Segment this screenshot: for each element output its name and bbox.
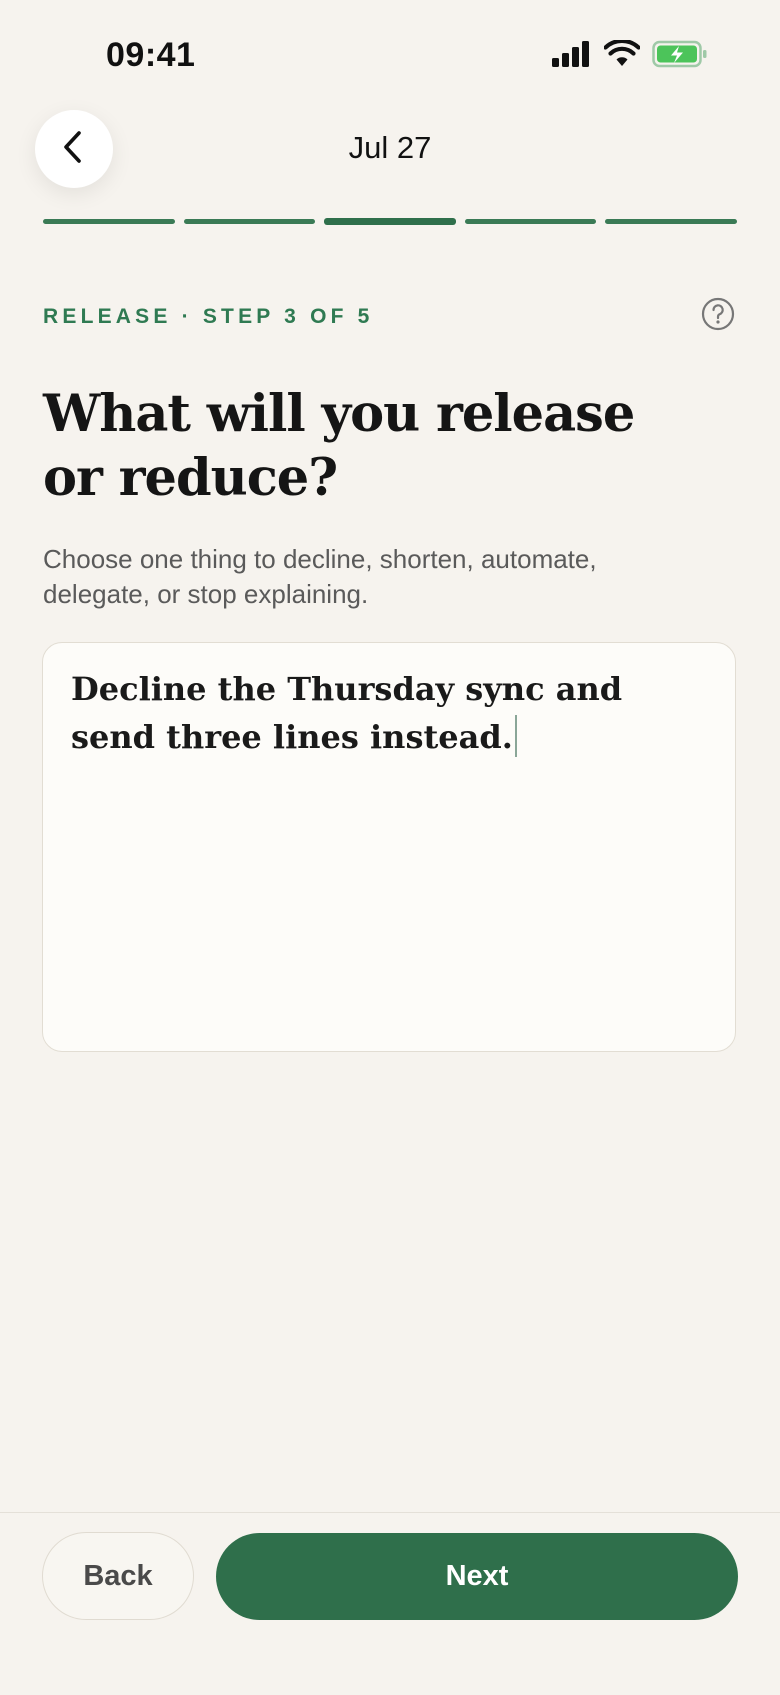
next-button[interactable]: Next [216,1533,738,1620]
progress-segment-3 [324,218,456,225]
step-progress-bar [43,218,737,225]
progress-segment-1 [43,219,175,224]
release-text-content: Decline the Thursday sync and send three… [71,670,623,756]
progress-segment-4 [464,219,597,224]
text-caret [514,715,517,757]
back-button[interactable]: Back [42,1532,194,1620]
footer-divider [0,1512,780,1513]
header-date: Jul 27 [348,130,432,165]
page-title-line-1: What will you release [43,384,635,444]
status-time: 09:41 [106,36,196,74]
cellular-signal-icon [552,41,592,72]
status-icons [552,38,708,73]
release-text-input[interactable]: Decline the Thursday sync and send three… [42,642,736,1052]
battery-charging-icon [652,40,708,73]
progress-segment-2 [183,219,316,224]
release-text-value[interactable]: Decline the Thursday sync and send three… [71,665,711,761]
status-bar: 09:41 [0,0,780,110]
page-subtitle: Choose one thing to decline, shorten, au… [43,544,597,609]
progress-segment-5 [605,219,737,224]
page-title: What will you release or reduce? [43,382,683,510]
wifi-icon [603,38,641,73]
page-title-line-2: or reduce? [43,448,338,508]
step-label: RELEASE · STEP 3 OF 5 [43,305,374,328]
help-icon[interactable] [701,297,735,331]
